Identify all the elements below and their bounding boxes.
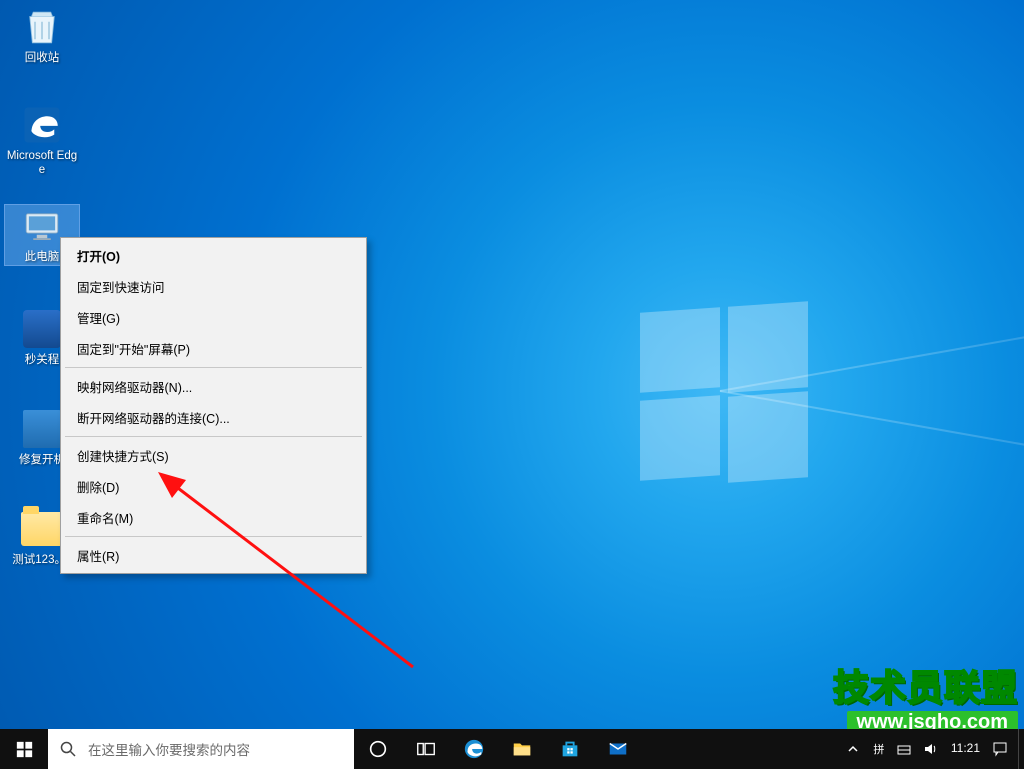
menu-map-network-drive[interactable]: 映射网络驱动器(N)... [63, 371, 364, 402]
label: Microsoft Edge [5, 150, 79, 178]
taskbar-edge[interactable] [450, 729, 498, 769]
edge-icon [21, 104, 63, 146]
app-icon [21, 408, 63, 450]
menu-delete[interactable]: 删除(D) [63, 471, 364, 502]
menu-manage[interactable]: 管理(G) [63, 302, 364, 333]
taskbar-file-explorer[interactable] [498, 729, 546, 769]
app-icon [21, 308, 63, 350]
menu-pin-start[interactable]: 固定到"开始"屏幕(P) [63, 333, 364, 364]
task-view-button[interactable] [402, 729, 450, 769]
menu-create-shortcut[interactable]: 创建快捷方式(S) [63, 440, 364, 471]
separator [65, 536, 362, 537]
label: 回收站 [5, 52, 79, 66]
start-button[interactable] [0, 729, 48, 769]
tray-ime-icon[interactable]: 拼 [867, 729, 891, 769]
search-icon [48, 741, 88, 757]
separator [65, 436, 362, 437]
menu-properties[interactable]: 属性(R) [63, 540, 364, 571]
desktop-icon-recycle-bin[interactable]: 回收站 [5, 6, 79, 66]
watermark-text: 技术员联盟 [833, 659, 1018, 711]
show-desktop-button[interactable] [1018, 729, 1024, 769]
pc-icon [21, 205, 63, 247]
taskbar-store[interactable] [546, 729, 594, 769]
context-menu: 打开(O) 固定到快速访问 管理(G) 固定到"开始"屏幕(P) 映射网络驱动器… [60, 237, 367, 574]
desktop-icon-edge[interactable]: Microsoft Edge [5, 104, 79, 178]
tray-network-icon[interactable] [893, 729, 917, 769]
menu-open[interactable]: 打开(O) [63, 240, 364, 271]
folder-icon [21, 508, 63, 550]
menu-rename[interactable]: 重命名(M) [63, 502, 364, 533]
action-center-icon[interactable] [988, 729, 1012, 769]
tray-volume-icon[interactable] [919, 729, 943, 769]
desktop[interactable]: 回收站 Microsoft Edge 此电脑 秒关程 修复开机 测试123。。 … [0, 0, 1024, 769]
search-box[interactable]: 在这里输入你要搜索的内容 [48, 729, 354, 769]
tray-clock[interactable]: 11:21 [945, 742, 986, 755]
system-tray: 拼 11:21 [841, 729, 1018, 769]
menu-pin-quick-access[interactable]: 固定到快速访问 [63, 271, 364, 302]
cortana-button[interactable] [354, 729, 402, 769]
windows-logo-wallpaper [640, 310, 810, 480]
taskbar: 在这里输入你要搜索的内容 拼 [0, 729, 1024, 769]
search-placeholder: 在这里输入你要搜索的内容 [88, 739, 250, 759]
recycle-bin-icon [21, 6, 63, 48]
menu-disconnect-network-drive[interactable]: 断开网络驱动器的连接(C)... [63, 402, 364, 433]
tray-overflow-icon[interactable] [841, 729, 865, 769]
separator [65, 367, 362, 368]
taskbar-mail[interactable] [594, 729, 642, 769]
